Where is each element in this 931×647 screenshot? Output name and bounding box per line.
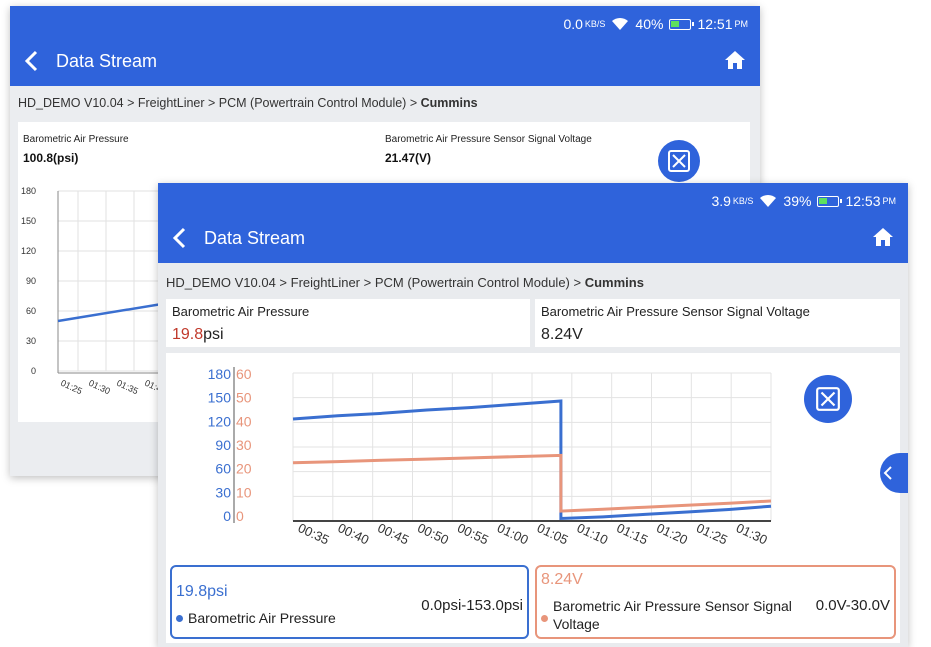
battery-icon xyxy=(669,18,695,30)
network-speed-unit: KB/S xyxy=(732,196,754,206)
x-tick-9: 01:20 xyxy=(654,520,690,547)
y-right-tick-5: 10 xyxy=(236,484,252,500)
back-y-tick-5: 30 xyxy=(26,336,36,346)
side-panel-toggle[interactable] xyxy=(880,453,908,493)
legend2-dot xyxy=(541,615,548,622)
param2-label: Barometric Air Pressure Sensor Signal Vo… xyxy=(385,134,592,145)
legend1-dot xyxy=(176,615,183,622)
back-x-tick-0: 01:25 xyxy=(59,378,84,397)
y-right-tick-2: 40 xyxy=(236,413,252,429)
back-y-tick-2: 120 xyxy=(21,246,36,256)
param1-label: Barometric Air Pressure xyxy=(172,304,310,319)
x-tick-4: 00:55 xyxy=(455,520,491,547)
status-bar: 3.9 KB/S 39% 12:53 PM xyxy=(711,193,896,209)
x-tick-2: 00:45 xyxy=(375,520,411,547)
clock-time: 12:53 xyxy=(845,193,881,209)
scissors-icon xyxy=(816,387,840,411)
battery-icon xyxy=(817,195,843,207)
y-left-tick-5: 30 xyxy=(215,484,231,500)
back-arrow-icon[interactable] xyxy=(170,227,190,249)
app-bar: 3.9 KB/S 39% 12:53 PM Data Stream xyxy=(158,183,908,263)
param1-label: Barometric Air Pressure xyxy=(23,134,129,145)
y-left-tick-3: 90 xyxy=(215,437,231,453)
legend1-value: 19.8psi xyxy=(176,583,228,600)
battery-percent: 39% xyxy=(783,193,812,209)
back-fab-button[interactable] xyxy=(658,140,700,182)
y-left-tick-0: 180 xyxy=(208,366,232,382)
breadcrumb-current: Cummins xyxy=(420,96,478,110)
x-tick-3: 00:50 xyxy=(415,520,451,547)
param1-value-number: 19.8 xyxy=(172,326,204,343)
x-tick-10: 01:25 xyxy=(694,520,730,547)
back-y-tick-0: 180 xyxy=(21,186,36,196)
param2-value: 8.24V xyxy=(541,326,583,343)
battery-percent: 40% xyxy=(635,16,664,32)
param2-value: 21.47(V) xyxy=(385,151,432,165)
breadcrumb-current: Cummins xyxy=(584,275,644,290)
back-y-tick-3: 90 xyxy=(26,276,36,286)
breadcrumb-path: HD_DEMO V10.04 > FreightLiner > PCM (Pow… xyxy=(18,96,421,110)
x-tick-11: 01:30 xyxy=(734,520,770,547)
legend1-range: 0.0psi-153.0psi xyxy=(421,597,523,614)
breadcrumb: HD_DEMO V10.04 > FreightLiner > PCM (Pow… xyxy=(166,275,644,290)
x-tick-8: 01:15 xyxy=(614,520,650,547)
x-tick-6: 01:05 xyxy=(535,520,571,547)
x-tick-0: 00:35 xyxy=(296,520,332,547)
y-left-tick-4: 60 xyxy=(215,461,231,477)
foreground-screenshot: 3.9 KB/S 39% 12:53 PM Data Stream HD_DEM… xyxy=(158,183,908,647)
back-series-line xyxy=(57,301,168,323)
breadcrumb-path: HD_DEMO V10.04 > FreightLiner > PCM (Pow… xyxy=(166,275,585,290)
network-speed: 3.9 xyxy=(711,193,731,209)
clock-ampm: PM xyxy=(734,19,749,29)
legend2-value: 8.24V xyxy=(541,571,583,588)
back-arrow-icon[interactable] xyxy=(22,50,42,72)
x-tick-7: 01:10 xyxy=(575,520,611,547)
chevron-left-icon xyxy=(883,466,892,480)
wifi-icon xyxy=(760,194,777,207)
back-y-tick-1: 150 xyxy=(21,216,36,226)
y-right-tick-6: 0 xyxy=(236,508,244,524)
param1-box[interactable]: Barometric Air Pressure 19.8psi xyxy=(166,299,530,347)
line-chart: 1801501209060300605040302010000:35 00:40 0… xyxy=(208,366,772,547)
fab-button[interactable] xyxy=(804,375,852,423)
app-bar: 0.0 KB/S 40% 12:51 PM Data Stream xyxy=(10,6,760,86)
home-icon[interactable] xyxy=(724,49,746,71)
y-right-tick-4: 20 xyxy=(236,461,252,477)
page-title: Data Stream xyxy=(204,228,306,248)
scissors-icon xyxy=(668,150,690,172)
y-right-tick-3: 30 xyxy=(236,437,252,453)
param2-label: Barometric Air Pressure Sensor Signal Vo… xyxy=(541,304,810,319)
legend-card-voltage[interactable]: 8.24V Barometric Air Pressure Sensor Sig… xyxy=(535,565,896,639)
y-left-tick-2: 120 xyxy=(208,413,232,429)
back-x-tick-2: 01:35 xyxy=(115,378,140,397)
legend2-range: 0.0V-30.0V xyxy=(815,597,890,614)
y-left-tick-1: 150 xyxy=(208,390,232,406)
y-right-tick-0: 60 xyxy=(236,366,252,382)
network-speed: 0.0 xyxy=(563,16,583,32)
network-speed-unit: KB/S xyxy=(584,19,606,29)
x-tick-1: 00:40 xyxy=(336,520,372,547)
clock-ampm: PM xyxy=(882,196,897,206)
param1-value: 100.8(psi) xyxy=(23,151,79,165)
legend2-name: Barometric Air Pressure Sensor Signal Vo… xyxy=(553,598,792,632)
legend1-name: Barometric Air Pressure xyxy=(188,610,336,626)
param1-value: 19.8psi xyxy=(172,326,224,344)
status-bar: 0.0 KB/S 40% 12:51 PM xyxy=(563,16,748,32)
back-x-tick-1: 01:30 xyxy=(87,378,112,397)
breadcrumb: HD_DEMO V10.04 > FreightLiner > PCM (Pow… xyxy=(18,96,478,110)
back-y-tick-4: 60 xyxy=(26,306,36,316)
home-icon[interactable] xyxy=(872,226,894,248)
back-chart: 180 150 120 90 60 30 0 01:25 01:30 01:35… xyxy=(21,186,168,397)
back-y-tick-6: 0 xyxy=(31,366,36,376)
x-tick-5: 01:00 xyxy=(495,520,531,547)
legend-card-pressure[interactable]: 19.8psi Barometric Air Pressure 0.0psi-1… xyxy=(170,565,529,639)
page-title: Data Stream xyxy=(56,51,158,71)
wifi-icon xyxy=(612,17,629,30)
clock-time: 12:51 xyxy=(697,16,733,32)
param1-value-unit: psi xyxy=(203,326,224,343)
y-right-tick-1: 50 xyxy=(236,390,252,406)
y-left-tick-6: 0 xyxy=(223,508,231,524)
param2-box[interactable]: Barometric Air Pressure Sensor Signal Vo… xyxy=(535,299,900,347)
